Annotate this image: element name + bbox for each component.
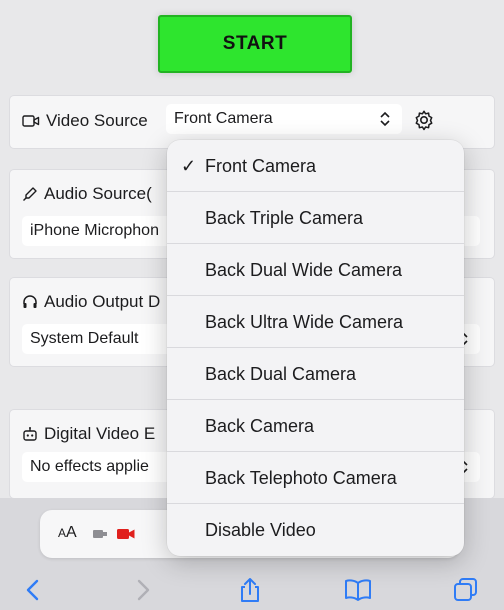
forward-icon[interactable] [128,576,156,604]
menu-item-label: Front Camera [205,156,317,176]
video-source-select[interactable]: Front Camera [166,104,402,134]
menu-item-label: Back Camera [205,416,315,436]
audio-source-label-row: Audio Source( [22,184,152,204]
digital-video-label: Digital Video E [44,424,156,443]
chevron-updown-icon [380,111,390,127]
microphone-icon [23,187,37,201]
camera-recording-icon[interactable] [116,527,136,541]
back-icon[interactable] [20,576,48,604]
video-source-label-row: Video Source [22,111,148,131]
audio-source-value: iPhone Microphon [30,222,159,239]
menu-item-back-camera[interactable]: Back Camera [167,400,464,452]
video-camera-icon [22,115,40,127]
video-source-label: Video Source [46,111,148,130]
menu-item-back-ultra-wide-camera[interactable]: Back Ultra Wide Camera [167,296,464,348]
digital-video-value: No effects applie [30,458,149,475]
menu-item-back-dual-camera[interactable]: Back Dual Camera [167,348,464,400]
robot-icon [23,427,37,441]
headphones-icon [23,295,37,308]
audio-output-value: System Default [30,330,139,347]
checkmark-icon: ✓ [181,156,197,176]
tabs-icon[interactable] [452,576,480,604]
video-source-value: Front Camera [174,110,273,127]
audio-output-label: Audio Output D [44,292,161,311]
menu-item-front-camera[interactable]: ✓ Front Camera [167,140,464,192]
audio-source-label: Audio Source( [44,184,152,203]
menu-item-back-dual-wide-camera[interactable]: Back Dual Wide Camera [167,244,464,296]
menu-item-label: Back Ultra Wide Camera [205,312,404,332]
menu-item-label: Back Dual Wide Camera [205,260,403,280]
menu-item-label: Back Telephoto Camera [205,468,397,488]
digital-video-label-row: Digital Video E [22,424,155,444]
menu-item-back-telephoto-camera[interactable]: Back Telephoto Camera [167,452,464,504]
menu-item-disable-video[interactable]: Disable Video [167,504,464,556]
video-source-dropdown: ✓ Front Camera Back Triple Camera Back D… [167,140,464,556]
menu-item-label: Back Triple Camera [205,208,364,228]
audio-output-label-row: Audio Output D [22,292,160,312]
menu-item-label: Back Dual Camera [205,364,357,384]
menu-item-label: Disable Video [205,520,316,540]
start-button[interactable]: START [158,15,352,73]
book-icon[interactable] [344,576,372,604]
extension-icon[interactable] [92,527,110,541]
gear-icon[interactable] [412,108,436,132]
text-size-button[interactable]: AA [58,524,77,542]
menu-item-back-triple-camera[interactable]: Back Triple Camera [167,192,464,244]
share-icon[interactable] [236,576,264,604]
